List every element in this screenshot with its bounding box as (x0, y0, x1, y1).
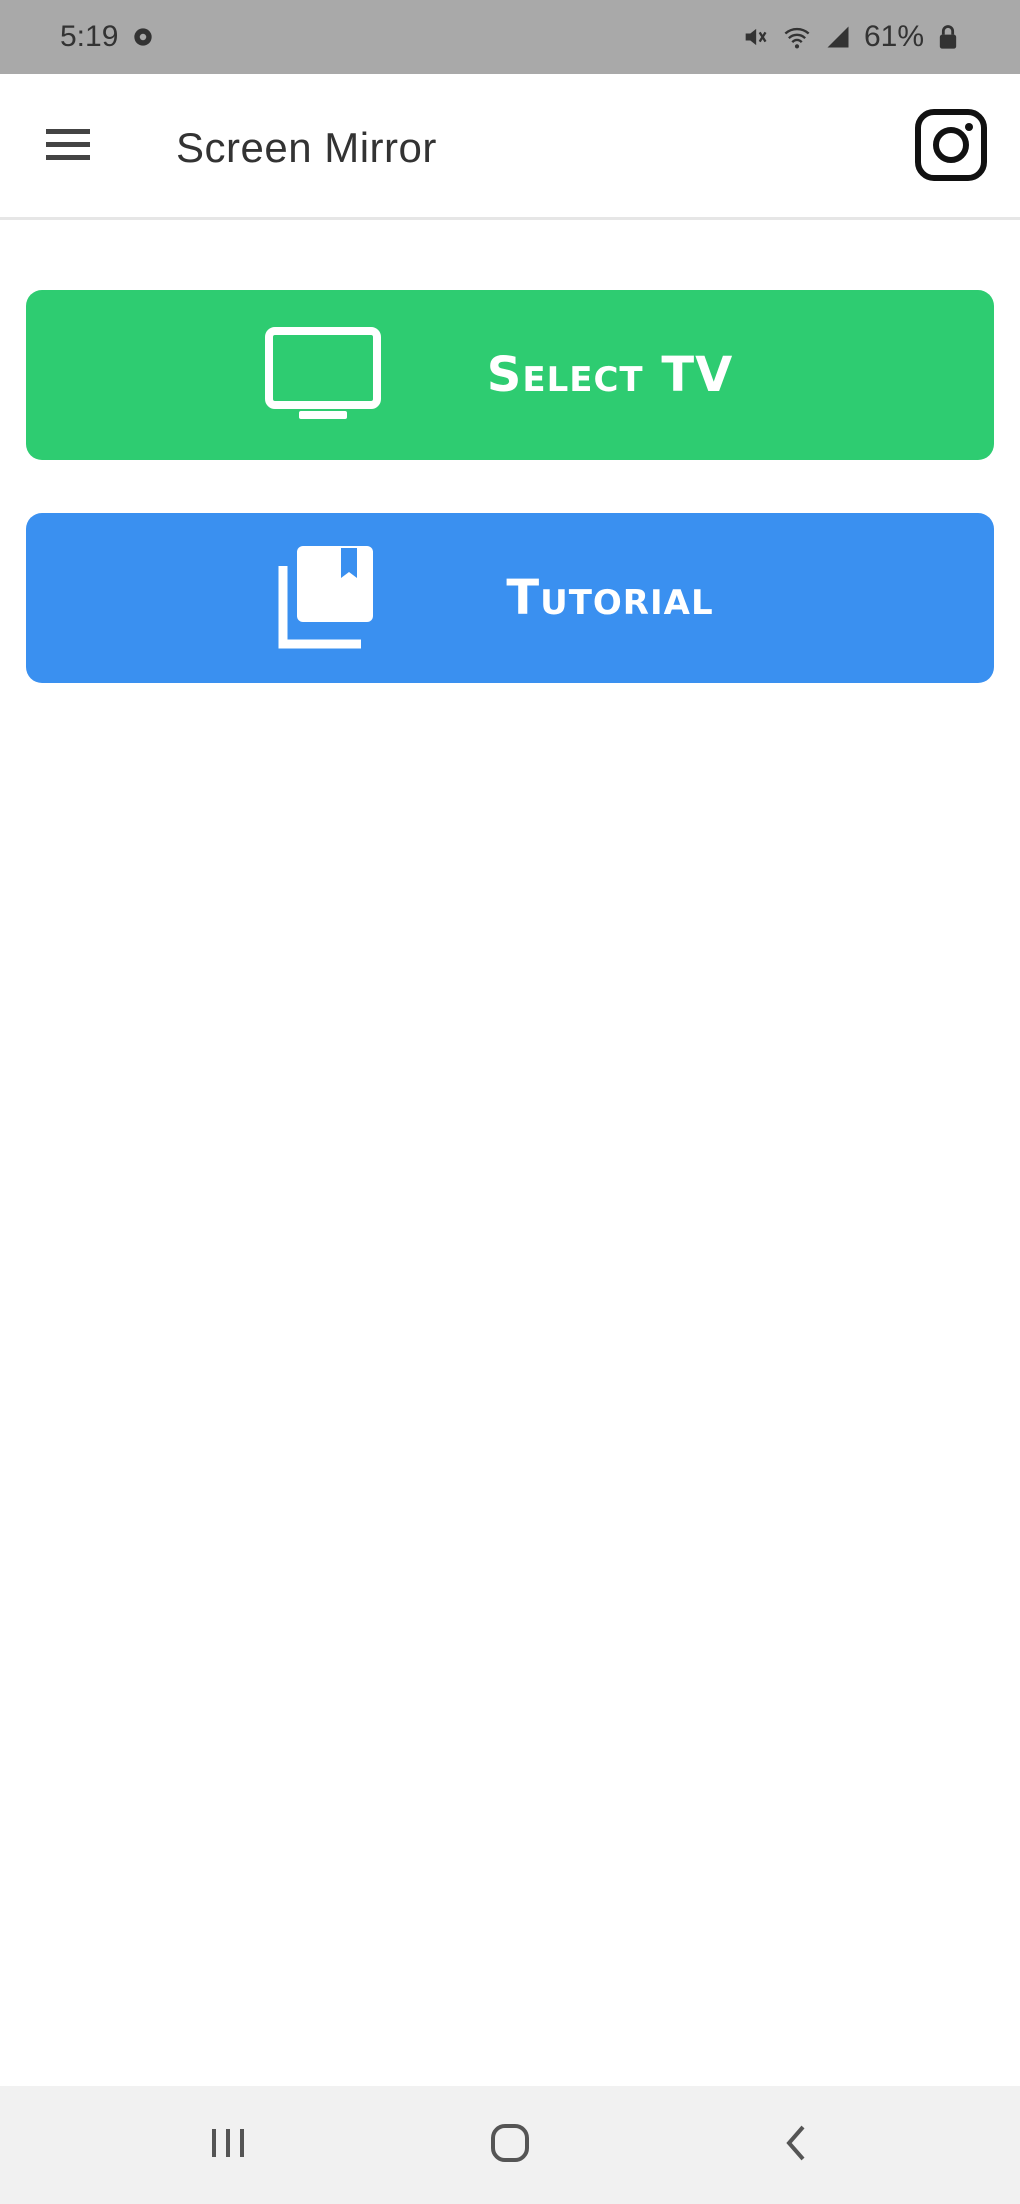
select-tv-label: Select TV (486, 347, 734, 403)
status-right: 61% (740, 20, 960, 54)
tutorial-button[interactable]: Tutorial (26, 513, 994, 683)
back-button[interactable] (756, 2110, 836, 2180)
status-bar: 5:19 61% (0, 0, 1020, 74)
system-nav-bar (0, 2086, 1020, 2204)
select-tv-button[interactable]: Select TV (26, 290, 994, 460)
home-icon (488, 2121, 532, 2170)
hamburger-menu-icon (44, 125, 92, 170)
settings-gear-icon (130, 24, 156, 50)
recent-apps-icon (206, 2123, 250, 2168)
menu-button[interactable] (28, 110, 108, 184)
back-icon (781, 2121, 811, 2170)
recent-apps-button[interactable] (188, 2110, 268, 2180)
instagram-button[interactable] (912, 108, 990, 186)
mute-icon (740, 23, 770, 51)
tutorial-label: Tutorial (506, 570, 714, 626)
wifi-icon (782, 23, 812, 51)
status-left: 5:19 (60, 20, 156, 54)
battery-percent: 61% (863, 20, 924, 53)
battery-lock-icon (936, 23, 960, 51)
app-title: Screen Mirror (176, 124, 437, 171)
status-time: 5:19 (60, 20, 119, 53)
home-button[interactable] (470, 2110, 550, 2180)
signal-icon (824, 23, 852, 51)
instagram-icon (914, 108, 988, 187)
app-bar: Screen Mirror (0, 74, 1020, 220)
